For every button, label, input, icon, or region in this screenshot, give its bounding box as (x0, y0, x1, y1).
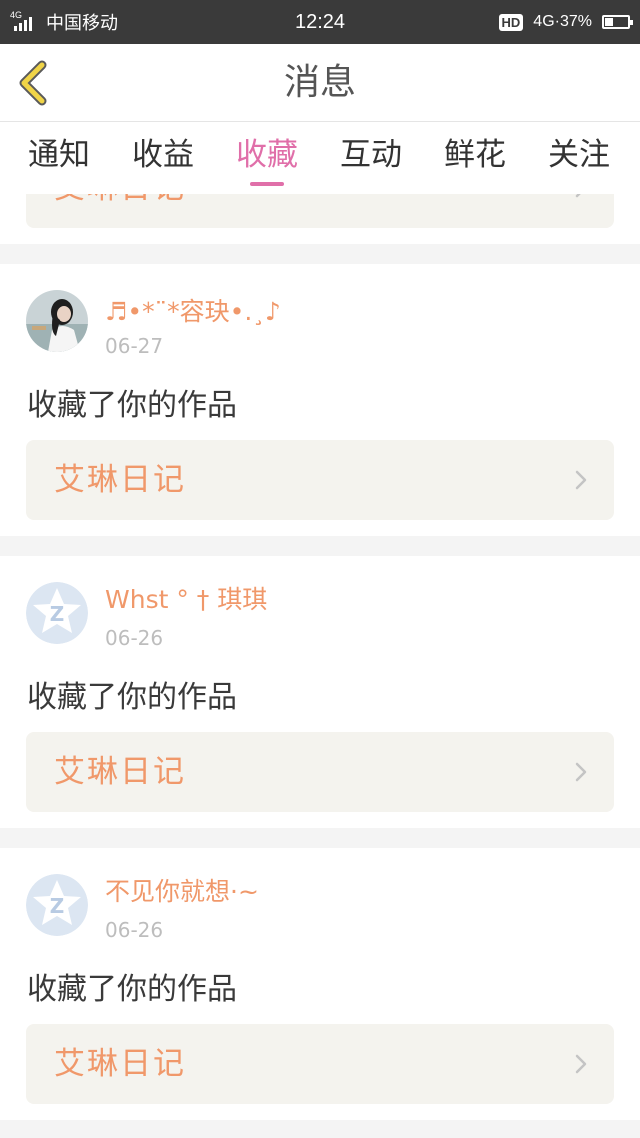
work-title: 艾琳日记 (54, 462, 186, 498)
work-link[interactable]: 艾琳日记 (26, 1024, 614, 1104)
hd-badge: HD (498, 13, 524, 31)
tab-label: 通知 (28, 137, 90, 173)
notification-card-partial: 艾琳日记 (0, 194, 640, 244)
tab-following[interactable]: 关注 (527, 122, 631, 194)
tab-flowers[interactable]: 鲜花 (423, 122, 527, 194)
work-link[interactable]: 艾琳日记 (26, 732, 614, 812)
action-text: 收藏了你的作品 (27, 972, 237, 1007)
action-text: 收藏了你的作品 (27, 388, 237, 423)
photo-avatar[interactable] (26, 290, 88, 352)
default-avatar-icon[interactable]: Z (26, 582, 88, 644)
tab-earnings[interactable]: 收益 (111, 122, 215, 194)
username[interactable]: ♬•*¨*容玦•.¸♪ (105, 292, 281, 328)
work-link[interactable]: 艾琳日记 (26, 194, 614, 228)
chevron-right-icon (575, 762, 587, 782)
svg-text:Z: Z (50, 602, 65, 626)
username[interactable]: 不见你就想·~ (105, 872, 259, 908)
page-title: 消息 (283, 62, 356, 103)
notification-card: Z Whst ° † 琪琪 06-26 收藏了你的作品 艾琳日记 (0, 556, 640, 828)
chevron-left-icon[interactable] (12, 58, 58, 108)
status-bar: 4G 中国移动 12:24 HD 4G·37% (0, 0, 640, 44)
notification-date: 06-26 (105, 918, 164, 942)
default-avatar-icon[interactable]: Z (26, 874, 88, 936)
notification-card: ♬•*¨*容玦•.¸♪ 06-27 收藏了你的作品 艾琳日记 (0, 264, 640, 536)
username[interactable]: Whst ° † 琪琪 (105, 580, 267, 616)
battery-level (605, 18, 613, 26)
work-link[interactable]: 艾琳日记 (26, 440, 614, 520)
tab-label: 互动 (340, 137, 402, 173)
battery-icon (602, 15, 633, 29)
action-text: 收藏了你的作品 (27, 680, 237, 715)
notification-list[interactable]: 艾琳日记 ♬•*¨*容玦•.¸♪ 06-27 收藏了你的作品 艾琳日记 (0, 194, 640, 1138)
chevron-right-icon (575, 194, 581, 198)
notification-date: 06-26 (105, 626, 164, 650)
battery-percent: 37% (559, 13, 592, 30)
tab-label: 收益 (132, 137, 194, 173)
tab-label: 鲜花 (444, 137, 506, 173)
tab-bar: 通知 收益 收藏 互动 鲜花 关注 (0, 122, 640, 194)
tab-notifications[interactable]: 通知 (7, 122, 111, 194)
work-title: 艾琳日记 (54, 194, 186, 228)
tab-label: 收藏 (236, 137, 298, 173)
active-tab-indicator (250, 182, 284, 186)
chevron-right-icon (575, 470, 587, 490)
tab-interactions[interactable]: 互动 (319, 122, 423, 194)
nav-bar: 消息 (0, 44, 640, 122)
work-title: 艾琳日记 (54, 754, 186, 790)
svg-text:Z: Z (50, 894, 65, 918)
notification-card: Z 不见你就想·~ 06-26 收藏了你的作品 艾琳日记 (0, 848, 640, 1120)
chevron-right-icon (575, 1054, 587, 1074)
tab-favorites[interactable]: 收藏 (215, 122, 319, 194)
work-title: 艾琳日记 (54, 1046, 186, 1082)
network-type: 4G· (533, 13, 560, 30)
notification-date: 06-27 (105, 334, 164, 358)
tab-label: 关注 (548, 137, 610, 173)
